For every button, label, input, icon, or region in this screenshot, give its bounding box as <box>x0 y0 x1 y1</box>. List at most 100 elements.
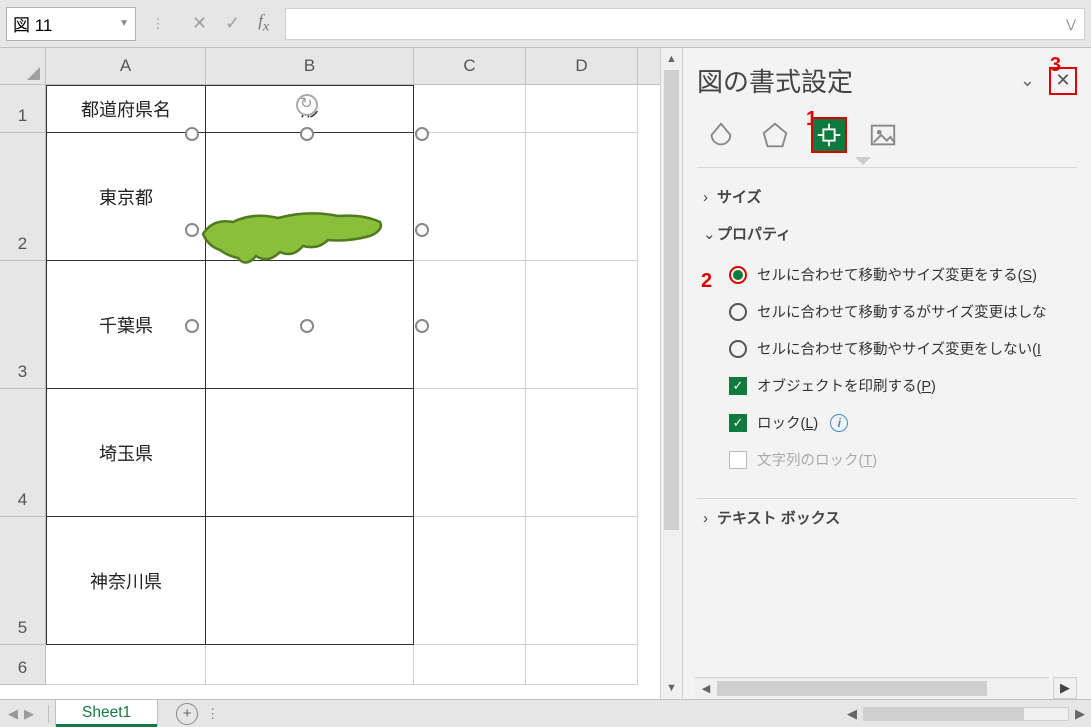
sheet-tab-label: Sheet1 <box>82 704 131 721</box>
cell-a6[interactable] <box>46 645 206 685</box>
cell-b2[interactable] <box>206 133 414 261</box>
cell-d1[interactable] <box>526 85 638 133</box>
row-header-6[interactable]: 6 <box>0 645 46 685</box>
opt-move-only[interactable]: セルに合わせて移動するがサイズ変更はしな <box>729 293 1071 330</box>
cell-d4[interactable] <box>526 389 638 517</box>
opt-lock-label: ロック(L) <box>757 412 818 433</box>
sheet-tab-overflow-icon[interactable]: ⋮ <box>198 706 227 722</box>
pane-scroll-right-icon[interactable]: ▶ <box>1053 677 1077 699</box>
fx-icon[interactable]: fx <box>258 11 269 35</box>
active-tab-arrow-icon <box>855 157 871 165</box>
opt-no-move[interactable]: セルに合わせて移動やサイズ変更をしない(I <box>729 330 1071 367</box>
new-sheet-button[interactable]: + <box>176 703 198 725</box>
opt-move-only-label: セルに合わせて移動するがサイズ変更はしな <box>757 301 1047 322</box>
worksheet-grid[interactable]: A B C D 1 都道府県名 形 2 東京都 <box>0 48 660 699</box>
cell-c4[interactable] <box>414 389 526 517</box>
cell-b4[interactable] <box>206 389 414 517</box>
opt-move-and-size[interactable]: セルに合わせて移動やサイズ変更をする(S) <box>729 256 1071 293</box>
cell-a3[interactable]: 千葉県 <box>46 261 206 389</box>
name-box[interactable]: 図 11 ▼ <box>6 7 136 41</box>
sheet-nav-next-icon[interactable]: ▶ <box>24 706 34 722</box>
section-textbox[interactable]: ›テキスト ボックス <box>697 498 1077 536</box>
fill-tab-icon[interactable] <box>703 117 739 153</box>
section-size[interactable]: ›サイズ <box>697 178 1077 215</box>
formula-bar: 図 11 ▼ ⋮ ✕ ✓ fx ⋁ <box>0 0 1091 48</box>
row-header-1[interactable]: 1 <box>0 85 46 133</box>
cell-b1[interactable]: 形 <box>206 85 414 133</box>
opt-text-lock-label: 文字列のロック(T) <box>757 449 877 470</box>
section-properties-label: プロパティ <box>717 226 791 243</box>
opt-print-label: オブジェクトを印刷する(P) <box>757 375 936 396</box>
cell-c6[interactable] <box>414 645 526 685</box>
cell-c2[interactable] <box>414 133 526 261</box>
column-header-a[interactable]: A <box>46 48 206 84</box>
formula-actions: ✕ ✓ fx <box>180 11 281 35</box>
cell-a5[interactable]: 神奈川県 <box>46 517 206 645</box>
section-properties[interactable]: ⌄プロパティ <box>697 215 1077 252</box>
scroll-up-icon[interactable]: ▲ <box>661 48 682 70</box>
checkbox-lock[interactable]: ✓ <box>729 414 747 432</box>
column-header-c[interactable]: C <box>414 48 526 84</box>
row-header-4[interactable]: 4 <box>0 389 46 517</box>
pane-close-button[interactable]: ✕ <box>1049 67 1077 95</box>
scroll-thumb-vertical[interactable] <box>664 70 679 530</box>
cell-c1[interactable] <box>414 85 526 133</box>
pane-horizontal-scrollbar[interactable]: ◀ <box>695 677 1049 699</box>
sheet-nav[interactable]: ◀ ▶ <box>0 706 42 722</box>
checkbox-print[interactable]: ✓ <box>729 377 747 395</box>
select-all-corner[interactable] <box>0 48 46 84</box>
dropdown-icon[interactable]: ▼ <box>119 18 129 29</box>
cancel-icon[interactable]: ✕ <box>192 13 207 34</box>
effects-tab-icon[interactable] <box>757 117 793 153</box>
cell-d2[interactable] <box>526 133 638 261</box>
enter-icon[interactable]: ✓ <box>225 13 240 34</box>
formula-input[interactable]: ⋁ <box>285 8 1085 40</box>
row-header-5[interactable]: 5 <box>0 517 46 645</box>
properties-options: セルに合わせて移動やサイズ変更をする(S) セルに合わせて移動するがサイズ変更は… <box>697 252 1077 488</box>
cell-c5[interactable] <box>414 517 526 645</box>
pane-scroll-thumb[interactable] <box>717 681 987 696</box>
expand-formula-icon[interactable]: ⋁ <box>1066 17 1076 31</box>
cell-c3[interactable] <box>414 261 526 389</box>
cell-d3[interactable] <box>526 261 638 389</box>
opt-print-object[interactable]: ✓ オブジェクトを印刷する(P) <box>729 367 1071 404</box>
cell-b5[interactable] <box>206 517 414 645</box>
cell-b3[interactable] <box>206 261 414 389</box>
section-textbox-label: テキスト ボックス <box>717 510 840 527</box>
cell-a2[interactable]: 東京都 <box>46 133 206 261</box>
cell-d6[interactable] <box>526 645 638 685</box>
grid-scroll-thumb[interactable] <box>864 708 1024 720</box>
cell-b6[interactable] <box>206 645 414 685</box>
radio-move-and-size[interactable] <box>729 266 747 284</box>
pane-options-icon[interactable]: ⌄ <box>1020 70 1035 91</box>
radio-move-only[interactable] <box>729 303 747 321</box>
formula-bar-separator: ⋮ <box>140 16 176 32</box>
info-icon[interactable]: i <box>830 414 848 432</box>
format-picture-pane: 1 2 3 図の書式設定 ⌄ ✕ <box>682 48 1091 699</box>
column-header-b[interactable]: B <box>206 48 414 84</box>
row-header-2[interactable]: 2 <box>0 133 46 261</box>
cell-d5[interactable] <box>526 517 638 645</box>
size-properties-tab-icon[interactable] <box>811 117 847 153</box>
row-header-3[interactable]: 3 <box>0 261 46 389</box>
pane-scroll-left-icon[interactable]: ◀ <box>695 682 717 695</box>
pane-tabs <box>703 117 1077 153</box>
sheet-nav-prev-icon[interactable]: ◀ <box>8 706 18 722</box>
name-box-value: 図 11 <box>13 11 52 36</box>
vertical-scrollbar[interactable]: ▲ ▼ <box>660 48 682 699</box>
cell-a1[interactable]: 都道府県名 <box>46 85 206 133</box>
grid-scroll-right-icon[interactable]: ▶ <box>1069 706 1091 722</box>
opt-lock[interactable]: ✓ ロック(L) i <box>729 404 1071 441</box>
cell-a4[interactable]: 埼玉県 <box>46 389 206 517</box>
column-header-d[interactable]: D <box>526 48 638 84</box>
scroll-down-icon[interactable]: ▼ <box>661 677 682 699</box>
opt-text-lock: 文字列のロック(T) <box>729 441 1071 478</box>
sheet-tab-active[interactable]: Sheet1 <box>55 700 158 726</box>
opt-no-move-label: セルに合わせて移動やサイズ変更をしない(I <box>757 338 1041 359</box>
grid-horizontal-scrollbar[interactable]: ◀ ▶ <box>841 700 1091 727</box>
pane-title: 図の書式設定 <box>697 62 853 99</box>
grid-scroll-left-icon[interactable]: ◀ <box>841 706 863 722</box>
radio-no-move[interactable] <box>729 340 747 358</box>
opt-move-and-size-label: セルに合わせて移動やサイズ変更をする(S) <box>757 264 1037 285</box>
picture-tab-icon[interactable] <box>865 117 901 153</box>
